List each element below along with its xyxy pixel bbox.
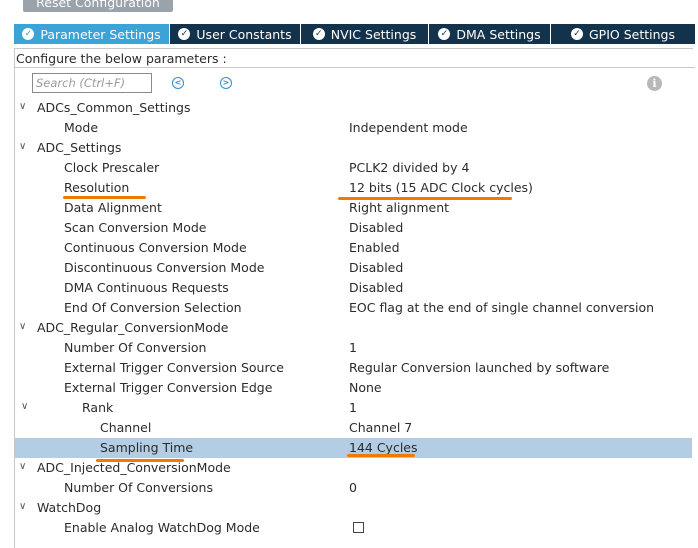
tab-user-constants[interactable]: ✓ User Constants	[170, 24, 301, 44]
tree-parameter-row[interactable]: Scan Conversion Mode Disabled	[0, 218, 698, 238]
parameter-name: Mode	[64, 120, 99, 135]
chevron-down-icon[interactable]: ∨	[21, 401, 28, 412]
tree-group-row[interactable]: ∨ Rank 1	[0, 398, 698, 418]
tree-parameter-row[interactable]: External Trigger Conversion Edge None	[0, 378, 698, 398]
parameter-name: Clock Prescaler	[64, 160, 160, 175]
tab-parameter-settings[interactable]: ✓ Parameter Settings	[14, 24, 170, 44]
parameter-name: Continuous Conversion Mode	[64, 240, 247, 255]
info-icon[interactable]: i	[647, 76, 662, 91]
parameter-name: Number Of Conversion	[64, 340, 207, 355]
divider	[14, 67, 695, 68]
tree-parameter-row[interactable]: Continuous Conversion Mode Enabled	[0, 238, 698, 258]
check-icon: ✓	[312, 28, 325, 40]
tree-parameter-row[interactable]: Data Alignment Right alignment	[0, 198, 698, 218]
parameter-value[interactable]: Regular Conversion launched by software	[349, 360, 609, 375]
parameter-name: WatchDog	[37, 500, 102, 515]
parameter-name: End Of Conversion Selection	[64, 300, 242, 315]
parameter-name: Resolution	[64, 180, 130, 195]
parameter-value[interactable]: Enabled	[349, 240, 400, 255]
parameter-value[interactable]: 1	[349, 340, 357, 355]
check-icon: ✓	[438, 28, 451, 40]
parameter-name: Number Of Conversions	[64, 480, 213, 495]
check-icon: ✓	[571, 28, 583, 40]
search-input[interactable]: Search (Ctrl+F)	[32, 73, 152, 93]
tree-parameter-row[interactable]: End Of Conversion Selection EOC flag at t…	[0, 298, 698, 318]
tab-label: DMA Settings	[456, 26, 541, 42]
tree-parameter-row[interactable]: DMA Continuous Requests Disabled	[0, 278, 698, 298]
tree-parameter-row[interactable]: Mode Independent mode	[0, 118, 698, 138]
parameter-value[interactable]: Disabled	[349, 220, 403, 235]
parameter-value[interactable]: Independent mode	[349, 120, 468, 135]
configure-label: Configure the below parameters :	[16, 51, 227, 66]
annotation-underline	[338, 197, 512, 200]
parameter-value[interactable]: Right alignment	[349, 200, 449, 215]
parameter-name: Channel	[100, 420, 152, 435]
tree-group-row[interactable]: ∨ ADC_Settings	[0, 138, 698, 158]
tree-parameter-row[interactable]: Resolution 12 bits (15 ADC Clock cycles)	[0, 178, 698, 198]
tab-label: Parameter Settings	[40, 26, 161, 42]
tree-parameter-row[interactable]: External Trigger Conversion Source Regula…	[0, 358, 698, 378]
annotation-underline	[347, 454, 415, 457]
enable-watchdog-checkbox[interactable]	[353, 522, 364, 533]
annotation-underline	[63, 196, 146, 199]
tab-label: GPIO Settings	[589, 26, 675, 42]
parameter-name: External Trigger Conversion Source	[64, 360, 284, 375]
parameter-value[interactable]: 1	[349, 400, 357, 415]
reset-configuration-button[interactable]: Reset Configuration	[23, 0, 173, 12]
parameter-name: ADC_Settings	[37, 140, 122, 155]
tab-gpio-settings[interactable]: ✓ GPIO Settings	[551, 24, 695, 44]
parameter-name: Scan Conversion Mode	[64, 220, 207, 235]
parameter-name: ADC_Injected_ConversionMode	[37, 460, 231, 475]
parameter-value[interactable]: EOC flag at the end of single channel co…	[349, 300, 654, 315]
tree-group-row[interactable]: ∨ WatchDog	[0, 498, 698, 518]
parameter-name: Rank	[82, 400, 114, 415]
parameter-value[interactable]: None	[349, 380, 382, 395]
parameter-name: Sampling Time	[100, 440, 194, 455]
parameter-value[interactable]: Channel 7	[349, 420, 412, 435]
parameter-value[interactable]: Disabled	[349, 260, 403, 275]
check-icon: ✓	[22, 28, 35, 40]
chevron-down-icon[interactable]: ∨	[19, 461, 26, 472]
tab-nvic-settings[interactable]: ✓ NVIC Settings	[301, 24, 429, 44]
parameter-value[interactable]: PCLK2 divided by 4	[349, 160, 469, 175]
parameter-name: ADCs_Common_Settings	[37, 100, 191, 115]
tree-parameter-row[interactable]: Discontinuous Conversion Mode Disabled	[0, 258, 698, 278]
tree-group-row[interactable]: ∨ ADC_Regular_ConversionMode	[0, 318, 698, 338]
parameter-name: Data Alignment	[64, 200, 162, 215]
parameter-tree: ∨ ADCs_Common_Settings Mode Independent mod…	[0, 98, 698, 538]
parameter-value[interactable]: 0	[349, 480, 357, 495]
parameter-value[interactable]: 12 bits (15 ADC Clock cycles)	[349, 180, 533, 195]
tab-label: User Constants	[196, 26, 292, 42]
chevron-down-icon[interactable]: ∨	[19, 501, 26, 512]
tree-parameter-row[interactable]: Number Of Conversion 1	[0, 338, 698, 358]
tree-parameter-row[interactable]: Enable Analog WatchDog Mode	[0, 518, 698, 538]
tab-label: NVIC Settings	[330, 26, 417, 42]
tree-parameter-row[interactable]: Clock Prescaler PCLK2 divided by 4	[0, 158, 698, 178]
chevron-down-icon[interactable]: ∨	[19, 101, 26, 112]
parameter-value[interactable]: Disabled	[349, 280, 403, 295]
tab-dma-settings[interactable]: ✓ DMA Settings	[429, 24, 551, 44]
chevron-left-icon[interactable]: <	[172, 77, 184, 89]
check-icon: ✓	[178, 28, 191, 40]
parameter-name: ADC_Regular_ConversionMode	[37, 320, 229, 335]
chevron-right-icon[interactable]: >	[220, 77, 232, 89]
tree-group-row[interactable]: ∨ ADCs_Common_Settings	[0, 98, 698, 118]
tab-bar: ✓ Parameter Settings ✓ User Constants ✓ …	[14, 24, 695, 44]
parameter-value[interactable]: 144 Cycles	[349, 440, 418, 455]
parameter-name: External Trigger Conversion Edge	[64, 380, 273, 395]
chevron-down-icon[interactable]: ∨	[19, 141, 26, 152]
chevron-down-icon[interactable]: ∨	[19, 321, 26, 332]
tree-parameter-row[interactable]: Number Of Conversions 0	[0, 478, 698, 498]
parameter-name: Discontinuous Conversion Mode	[64, 260, 265, 275]
parameter-name: Enable Analog WatchDog Mode	[64, 520, 260, 535]
annotation-underline	[96, 459, 184, 462]
parameter-name: DMA Continuous Requests	[64, 280, 229, 295]
tree-parameter-row[interactable]: Channel Channel 7	[0, 418, 698, 438]
